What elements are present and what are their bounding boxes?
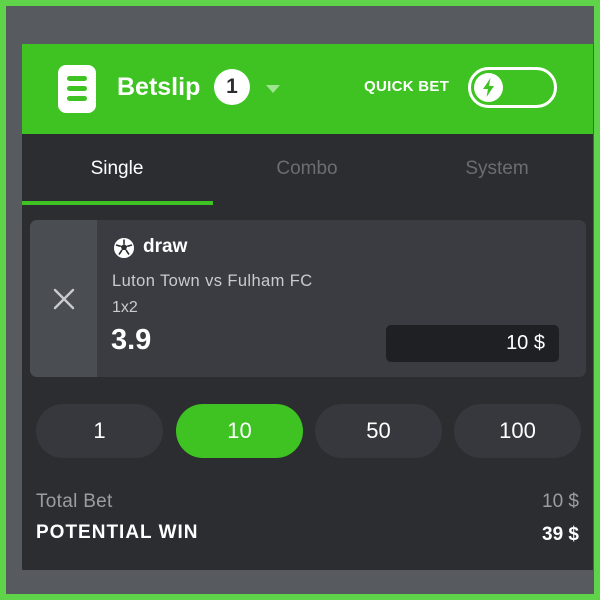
stake-chip-100[interactable]: 100	[454, 404, 581, 458]
lightning-icon	[474, 73, 503, 102]
selection-count-badge: 1	[214, 69, 250, 105]
selection-odds: 3.9	[111, 324, 152, 356]
bet-selection-card: draw Luton Town vs Fulham FC 1x2 3.9 10 …	[30, 220, 586, 377]
selection-name: draw	[143, 236, 188, 257]
total-bet-label: Total Bet	[36, 491, 113, 512]
tab-single[interactable]: Single	[22, 134, 212, 206]
active-tab-indicator	[22, 201, 213, 205]
stake-chip-1[interactable]: 1	[36, 404, 163, 458]
betslip-header: Betslip 1 QUICK BET	[22, 44, 593, 134]
betslip-panel: Betslip 1 QUICK BET Single Combo System	[22, 44, 593, 570]
market-name: 1x2	[112, 299, 138, 316]
quick-bet-toggle[interactable]	[468, 67, 557, 108]
close-icon	[53, 288, 75, 310]
stake-chip-50[interactable]: 50	[315, 404, 442, 458]
total-bet-value: 10 $	[542, 491, 579, 512]
quick-stake-buttons: 1 10 50 100	[36, 404, 584, 458]
app-frame: Betslip 1 QUICK BET Single Combo System	[6, 6, 594, 594]
betslip-list-icon[interactable]	[58, 65, 96, 113]
remove-selection-button[interactable]	[30, 220, 97, 377]
chevron-down-icon[interactable]	[266, 85, 280, 93]
tab-combo[interactable]: Combo	[212, 134, 402, 206]
bet-type-tabs: Single Combo System	[22, 134, 593, 206]
soccer-ball-icon	[114, 238, 134, 258]
match-name: Luton Town vs Fulham FC	[112, 272, 313, 290]
stake-chip-10[interactable]: 10	[176, 404, 303, 458]
potential-win-value: 39 $	[542, 524, 579, 545]
stake-input[interactable]: 10 $	[386, 325, 559, 362]
quick-bet-label: QUICK BET	[364, 78, 450, 95]
tab-system[interactable]: System	[402, 134, 592, 206]
potential-win-label: POTENTIAL WIN	[36, 522, 199, 543]
betslip-title: Betslip	[117, 73, 201, 101]
